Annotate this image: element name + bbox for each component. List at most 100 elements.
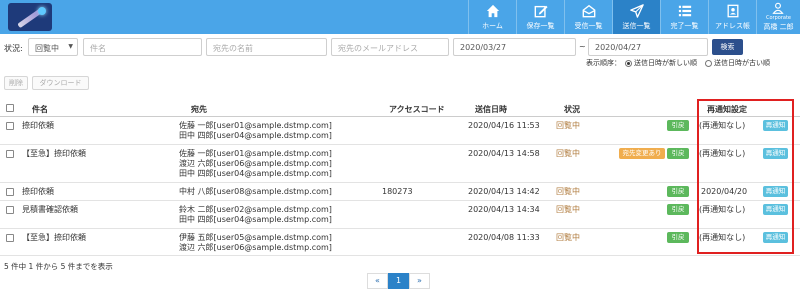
row-sent-at: 2020/04/16 11:53 bbox=[468, 121, 540, 130]
row-subject[interactable]: 捺印依頼 bbox=[22, 121, 54, 131]
table-row[interactable]: 【至急】捺印依頼 佐藤 一郎[user01@sample.dstmp.com] … bbox=[0, 145, 800, 183]
row-recipient: 佐藤 一郎[user01@sample.dstmp.com] bbox=[179, 121, 332, 130]
select-all-checkbox[interactable] bbox=[6, 104, 14, 112]
table-row[interactable]: 見積書確認依頼 鈴木 二郎[user02@sample.dstmp.com] 田… bbox=[0, 201, 800, 229]
pagination-summary: 5 件中 1 件から 5 件までを表示 bbox=[4, 262, 113, 271]
top-header: ホーム 保存一覧 受信一覧 送信一覧 完了一覧 アドレス帳 Corporate … bbox=[0, 0, 800, 34]
row-status: 回覧中 bbox=[556, 121, 580, 130]
row-recipient: 渡辺 六郎[user06@sample.dstmp.com] bbox=[179, 159, 332, 168]
home-icon bbox=[486, 4, 500, 18]
prev-page-button[interactable]: « bbox=[367, 273, 388, 289]
table-row[interactable]: 捺印依頼 中村 八郎[user08@sample.dstmp.com] 1802… bbox=[0, 183, 800, 206]
row-status: 回覧中 bbox=[556, 233, 580, 242]
subject-input[interactable]: 件名 bbox=[83, 38, 202, 56]
nav-home-label: ホーム bbox=[482, 22, 503, 30]
nav-completed-label: 完了一覧 bbox=[670, 22, 699, 30]
col-subject: 件名 bbox=[32, 105, 48, 114]
date-range-separator: ~ bbox=[579, 42, 586, 51]
inbox-icon bbox=[582, 4, 596, 18]
recall-button[interactable]: 引戻し bbox=[667, 186, 689, 206]
row-access-code: 180273 bbox=[382, 187, 413, 196]
status-filter-label: 状況: bbox=[4, 44, 23, 53]
row-sent-at: 2020/04/13 14:58 bbox=[468, 149, 540, 158]
app-logo[interactable] bbox=[8, 3, 52, 31]
row-recipient: 渡辺 六郎[user06@sample.dstmp.com] bbox=[179, 243, 332, 252]
row-subject[interactable]: 捺印依頼 bbox=[22, 187, 54, 197]
user-menu[interactable]: Corporate 高橋 二郎 bbox=[756, 0, 800, 34]
search-button[interactable]: 検索 bbox=[712, 39, 743, 55]
row-sent-at: 2020/04/08 11:33 bbox=[468, 233, 540, 242]
row-recipient: 佐藤 一郎[user01@sample.dstmp.com] bbox=[179, 149, 332, 158]
recipient-changed-badge: 宛先変更あり bbox=[619, 148, 665, 159]
row-sent-at: 2020/04/13 14:42 bbox=[468, 187, 540, 196]
row-recipient: 田中 四郎[user04@sample.dstmp.com] bbox=[179, 131, 332, 140]
chevron-down-icon: ▼ bbox=[68, 43, 73, 50]
next-page-button[interactable]: » bbox=[409, 273, 430, 289]
nav-address-book[interactable]: アドレス帳 bbox=[708, 0, 756, 34]
recipient-email-input[interactable]: 宛先のメールアドレス bbox=[331, 38, 449, 56]
user-icon bbox=[772, 2, 784, 14]
row-status: 回覧中 bbox=[556, 187, 580, 196]
pagination: « 1 » bbox=[367, 273, 430, 289]
nav-home[interactable]: ホーム bbox=[468, 0, 516, 34]
download-button[interactable]: ダウンロード bbox=[32, 76, 89, 90]
row-sent-at: 2020/04/13 14:34 bbox=[468, 205, 540, 214]
search-bar: 状況: 回覧中 ▼ 件名 宛先の名前 宛先のメールアドレス 2020/03/27… bbox=[0, 38, 800, 58]
nav-inbox[interactable]: 受信一覧 bbox=[564, 0, 612, 34]
status-select-value: 回覧中 bbox=[35, 44, 59, 53]
row-subject[interactable]: 【至急】捺印依頼 bbox=[22, 149, 86, 159]
row-recipient: 田中 四郎[user04@sample.dstmp.com] bbox=[179, 215, 332, 224]
row-recipient: 伊藤 五郎[user05@sample.dstmp.com] bbox=[179, 233, 332, 242]
recall-button[interactable]: 引戻し bbox=[667, 204, 689, 224]
row-checkbox[interactable] bbox=[6, 188, 14, 196]
row-recipient: 田中 四郎[user04@sample.dstmp.com] bbox=[179, 169, 332, 178]
nav-completed[interactable]: 完了一覧 bbox=[660, 0, 708, 34]
col-access-code: アクセスコード bbox=[389, 105, 445, 114]
row-subject[interactable]: 見積書確認依頼 bbox=[22, 205, 78, 215]
recall-button[interactable]: 引戻し bbox=[667, 120, 689, 140]
send-icon bbox=[630, 4, 644, 18]
renotify-column-highlight bbox=[697, 99, 794, 254]
row-checkbox[interactable] bbox=[6, 122, 14, 130]
row-status: 回覧中 bbox=[556, 205, 580, 214]
address-book-icon bbox=[727, 4, 739, 18]
edit-icon bbox=[534, 5, 548, 18]
sort-newest-radio[interactable] bbox=[625, 59, 632, 67]
sort-order: 表示順序： 送信日時が新しい順 送信日時が古い順 bbox=[586, 58, 770, 68]
row-recipient: 鈴木 二郎[user02@sample.dstmp.com] bbox=[179, 205, 332, 214]
sort-oldest-radio[interactable] bbox=[705, 59, 712, 67]
nav-inbox-label: 受信一覧 bbox=[574, 22, 603, 30]
table-row[interactable]: 捺印依頼 佐藤 一郎[user01@sample.dstmp.com] 田中 四… bbox=[0, 117, 800, 145]
nav-sent[interactable]: 送信一覧 bbox=[612, 0, 660, 34]
nav-saved[interactable]: 保存一覧 bbox=[516, 0, 564, 34]
nav-sent-label: 送信一覧 bbox=[622, 22, 651, 30]
col-status: 状況 bbox=[564, 105, 580, 114]
row-checkbox[interactable] bbox=[6, 234, 14, 242]
sort-oldest-label[interactable]: 送信日時が古い順 bbox=[714, 58, 770, 68]
row-recipient: 中村 八郎[user08@sample.dstmp.com] bbox=[179, 187, 332, 196]
nav-address-book-label: アドレス帳 bbox=[715, 22, 750, 30]
page-1-button[interactable]: 1 bbox=[388, 273, 409, 289]
main-nav: ホーム 保存一覧 受信一覧 送信一覧 完了一覧 アドレス帳 Corporate … bbox=[468, 0, 800, 34]
nav-saved-label: 保存一覧 bbox=[526, 22, 555, 30]
recall-button[interactable]: 引戻し bbox=[667, 148, 689, 168]
col-recipient: 宛先 bbox=[191, 105, 207, 114]
logo-glow-shape bbox=[38, 7, 46, 15]
row-subject[interactable]: 【至急】捺印依頼 bbox=[22, 233, 86, 243]
user-name: 高橋 二郎 bbox=[763, 23, 794, 31]
table-row[interactable]: 【至急】捺印依頼 伊藤 五郎[user05@sample.dstmp.com] … bbox=[0, 229, 800, 256]
recipient-name-input[interactable]: 宛先の名前 bbox=[206, 38, 327, 56]
status-select[interactable]: 回覧中 ▼ bbox=[28, 38, 78, 56]
recall-button[interactable]: 引戻し bbox=[667, 232, 689, 252]
date-from-input[interactable]: 2020/03/27 bbox=[453, 38, 576, 56]
delete-button[interactable]: 削除 bbox=[4, 76, 28, 90]
row-checkbox[interactable] bbox=[6, 150, 14, 158]
user-company: Corporate bbox=[766, 15, 791, 21]
list-icon bbox=[678, 5, 692, 17]
row-status: 回覧中 bbox=[556, 149, 580, 158]
row-checkbox[interactable] bbox=[6, 206, 14, 214]
sort-order-label: 表示順序： bbox=[586, 59, 621, 67]
sort-newest-label[interactable]: 送信日時が新しい順 bbox=[634, 58, 697, 68]
table-header: 件名 宛先 アクセスコード 送信日時 状況 再通知設定 bbox=[0, 101, 800, 117]
date-to-input[interactable]: 2020/04/27 bbox=[588, 38, 708, 56]
